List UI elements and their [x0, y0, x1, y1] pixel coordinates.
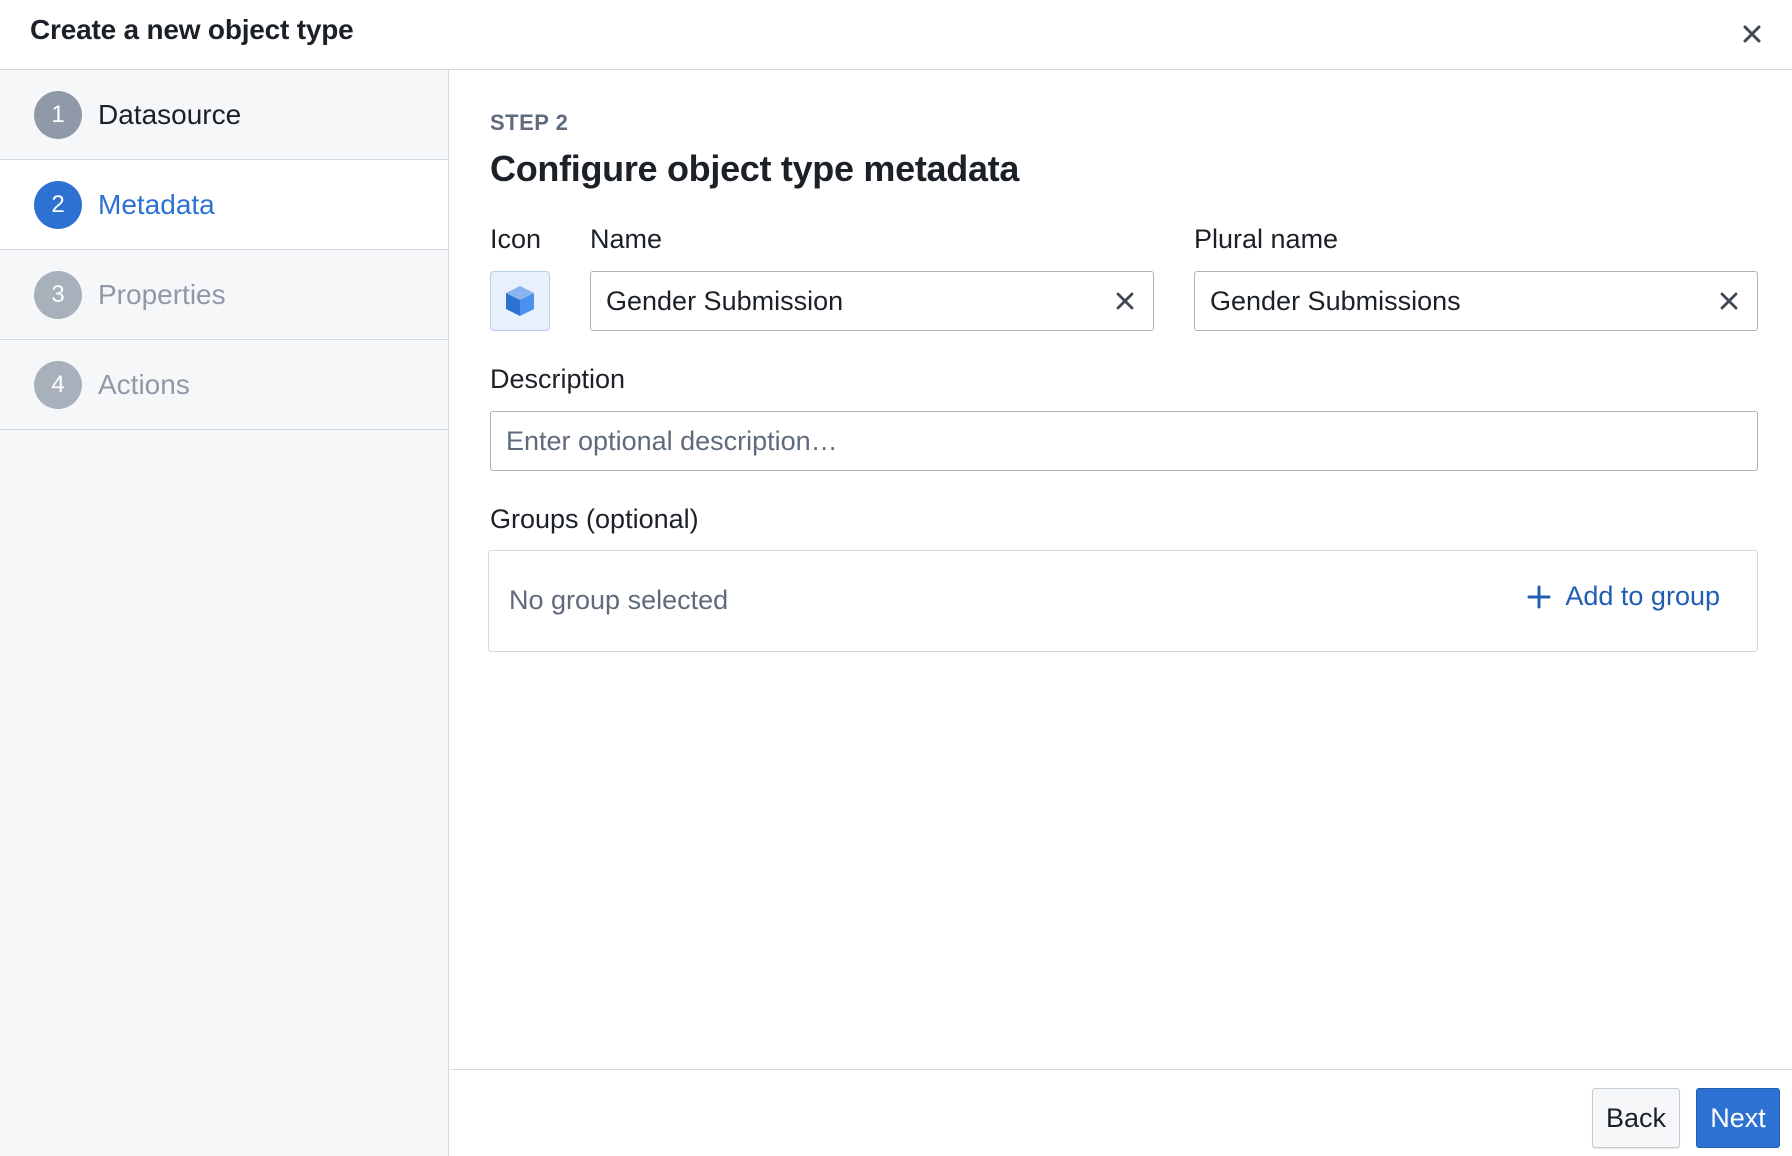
groups-panel: No group selected Add to group: [488, 550, 1758, 652]
close-icon: [1743, 25, 1761, 43]
plus-icon: [1527, 585, 1551, 608]
next-button[interactable]: Next: [1696, 1088, 1780, 1148]
no-group-text: No group selected: [509, 585, 729, 615]
step-label: Metadata: [98, 188, 215, 220]
icon-picker-button[interactable]: [490, 271, 550, 331]
step-actions[interactable]: 4 Actions: [0, 340, 448, 430]
step-metadata[interactable]: 2 Metadata: [0, 160, 448, 250]
step-label: Properties: [98, 278, 226, 310]
step-properties[interactable]: 3 Properties: [0, 250, 448, 340]
name-label: Name: [590, 224, 663, 254]
dialog-title: Create a new object type: [30, 14, 354, 45]
description-input[interactable]: [506, 425, 1757, 457]
add-to-group-label: Add to group: [1565, 581, 1720, 611]
plural-name-input-group: [1194, 271, 1758, 331]
close-icon: [1720, 292, 1738, 310]
step-label: Actions: [98, 368, 190, 400]
back-button[interactable]: Back: [1592, 1088, 1680, 1148]
main-panel: STEP 2 Configure object type metadata Ic…: [450, 70, 1792, 1070]
step-datasource[interactable]: 1 Datasource: [0, 70, 448, 160]
step-label: Datasource: [98, 98, 242, 130]
plural-name-label: Plural name: [1194, 224, 1339, 254]
add-to-group-button[interactable]: Add to group: [1527, 581, 1720, 612]
page-title: Configure object type metadata: [490, 148, 1020, 189]
create-object-type-dialog: Create a new object type 1 Datasource 2 …: [0, 0, 1792, 1156]
plural-name-input[interactable]: [1210, 285, 1701, 317]
step-number: 4: [34, 360, 82, 409]
step-number: 1: [34, 90, 82, 139]
clear-plural-name-button[interactable]: [1701, 272, 1757, 330]
name-input-group: [590, 271, 1154, 331]
description-label: Description: [490, 364, 626, 394]
step-number: 2: [34, 180, 82, 229]
close-button[interactable]: [1732, 14, 1772, 54]
name-input[interactable]: [606, 285, 1097, 317]
step-number: 3: [34, 270, 82, 319]
dialog-header: Create a new object type: [0, 0, 1792, 70]
steps-sidebar: 1 Datasource 2 Metadata 3 Properties 4 A…: [0, 70, 449, 1156]
description-input-group: [490, 411, 1758, 471]
groups-label: Groups (optional): [490, 504, 699, 534]
dialog-footer: Back Next: [450, 1069, 1792, 1156]
icon-label: Icon: [490, 224, 542, 254]
close-icon: [1116, 292, 1134, 310]
step-eyebrow: STEP 2: [490, 110, 569, 135]
clear-name-button[interactable]: [1097, 272, 1153, 330]
cube-icon: [506, 286, 534, 316]
